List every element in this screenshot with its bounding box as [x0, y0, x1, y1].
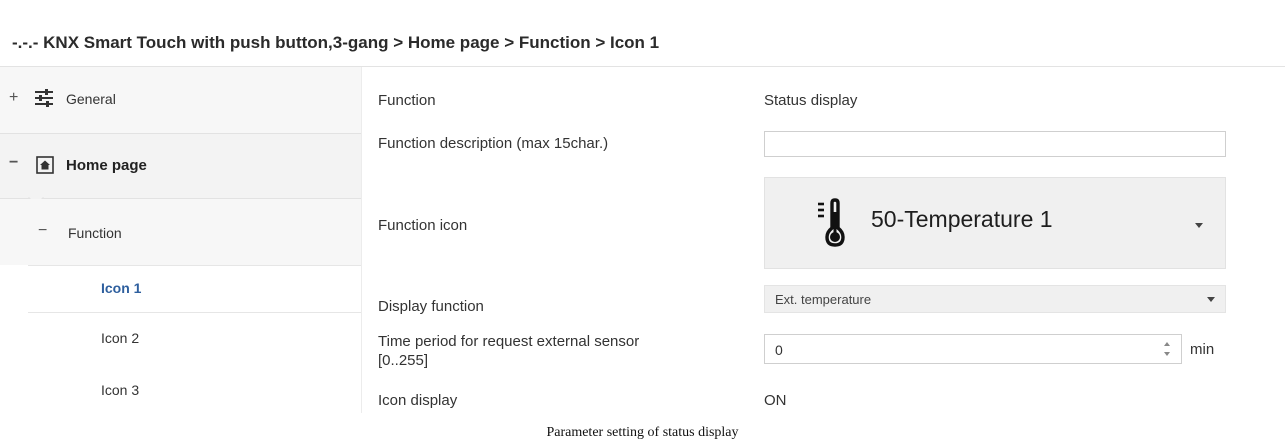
home-icon: [36, 156, 54, 174]
icon-display-value: ON: [764, 392, 787, 409]
sidebar-item-label: General: [66, 91, 116, 107]
title-bar: -.-.- KNX Smart Touch with push button,3…: [0, 0, 1285, 67]
collapse-icon[interactable]: −: [38, 222, 47, 240]
sidebar-item-general[interactable]: + General: [0, 67, 362, 134]
parameter-panel: Function Status display Function descrip…: [362, 67, 1285, 413]
sidebar-item-home-page[interactable]: − Home page: [0, 134, 362, 199]
function-label: Function: [378, 92, 436, 109]
function-icon-value: 50-Temperature 1: [871, 206, 1053, 232]
sidebar-item-label: Icon 3: [101, 382, 140, 398]
sidebar-item-label: Home page: [66, 157, 147, 174]
time-period-label: Time period for request external sensor: [378, 333, 640, 350]
spin-down-icon[interactable]: [1164, 352, 1170, 356]
sidebar-item-label: Icon 2: [101, 330, 140, 346]
function-icon-dropdown[interactable]: 50-Temperature 1: [764, 177, 1226, 269]
time-period-unit: min: [1190, 341, 1215, 358]
sidebar-item-icon-2[interactable]: Icon 2: [28, 313, 362, 365]
sidebar: + General − Home page − Function Icon 1 …: [0, 67, 362, 413]
function-icon-label: Function icon: [378, 217, 468, 234]
expand-icon[interactable]: +: [9, 89, 18, 107]
icon-display-label: Icon display: [378, 392, 458, 409]
spin-up-icon[interactable]: [1164, 342, 1170, 346]
display-function-select[interactable]: Ext. temperature: [764, 285, 1226, 313]
time-period-range: [0..255]: [378, 352, 429, 369]
collapse-icon[interactable]: −: [9, 154, 18, 172]
breadcrumb: -.-.- KNX Smart Touch with push button,3…: [12, 33, 660, 52]
time-period-stepper[interactable]: 0: [764, 334, 1182, 364]
sliders-icon: [35, 89, 53, 107]
sidebar-item-icon-1[interactable]: Icon 1: [28, 265, 362, 313]
display-function-value: Ext. temperature: [775, 292, 872, 307]
sidebar-item-icon-3[interactable]: Icon 3: [28, 365, 362, 413]
figure-caption: Parameter setting of status display: [546, 425, 739, 440]
function-value: Status display: [764, 92, 858, 109]
thermometer-icon: [818, 198, 845, 247]
sidebar-item-label: Function: [68, 225, 122, 241]
chevron-down-icon: [1195, 223, 1203, 228]
display-function-label: Display function: [378, 298, 484, 315]
function-description-input[interactable]: [764, 131, 1226, 157]
sidebar-item-function[interactable]: − Function: [0, 199, 362, 265]
sidebar-item-label: Icon 1: [101, 280, 142, 296]
chevron-down-icon: [1207, 297, 1215, 302]
function-description-label: Function description (max 15char.): [378, 135, 609, 152]
time-period-value: 0: [775, 342, 783, 358]
